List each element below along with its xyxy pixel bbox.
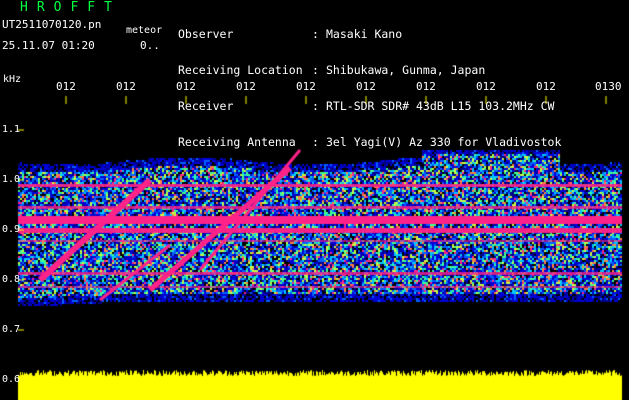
- y-axis-unit: kHz: [3, 74, 22, 85]
- x-tick-label: 0130: [595, 80, 622, 93]
- y-tick-label: 0.6: [2, 374, 21, 385]
- file-name: UT2511070120.pn: [2, 18, 102, 31]
- date-time: 25.11.07 01:20: [2, 39, 95, 52]
- info-separator: :: [312, 63, 319, 77]
- info-value: Masaki Kano: [326, 27, 403, 41]
- info-row-antenna: Receiving Antenna : 3el Yagi(V) Az 330 f…: [178, 136, 561, 148]
- y-tick-label: 1.0: [2, 174, 21, 185]
- y-tick-label: 0.9: [2, 224, 21, 235]
- y-tick-label: 0.7: [2, 324, 21, 335]
- info-label: Receiving Location: [178, 63, 303, 77]
- x-tick-label: 012: [476, 80, 496, 93]
- info-label: Receiving Antenna: [178, 135, 296, 149]
- info-label: Receiver: [178, 99, 234, 113]
- info-row-observer: Observer : Masaki Kano: [178, 28, 561, 40]
- x-tick-label: 012: [56, 80, 76, 93]
- x-tick-label: 012: [536, 80, 556, 93]
- info-separator: :: [312, 99, 319, 113]
- info-label: Observer: [178, 27, 234, 41]
- info-row-location: Receiving Location : Shibukawa, Gunma, J…: [178, 64, 561, 76]
- y-tick-label: 1.1: [2, 124, 21, 135]
- x-tick-label: 012: [356, 80, 376, 93]
- counter-value: 0..: [140, 39, 160, 52]
- x-tick-label: 012: [236, 80, 256, 93]
- x-tick-label: 012: [116, 80, 136, 93]
- x-tick-label: 012: [416, 80, 436, 93]
- info-separator: :: [312, 135, 319, 149]
- app-title: HROFFT: [20, 0, 121, 15]
- y-tick-label: 0.8: [2, 274, 21, 285]
- x-tick-label: 012: [296, 80, 316, 93]
- info-separator: :: [312, 27, 319, 41]
- x-tick-label: 012: [176, 80, 196, 93]
- info-row-receiver: Receiver : RTL-SDR SDR# 43dB L15 103.2MH…: [178, 100, 561, 112]
- info-value: RTL-SDR SDR# 43dB L15 103.2MHz CW: [326, 99, 555, 113]
- detector-label: meteor: [126, 25, 163, 36]
- info-value: Shibukawa, Gunma, Japan: [326, 63, 486, 77]
- info-value: 3el Yagi(V) Az 330 for Vladivostok: [326, 135, 562, 149]
